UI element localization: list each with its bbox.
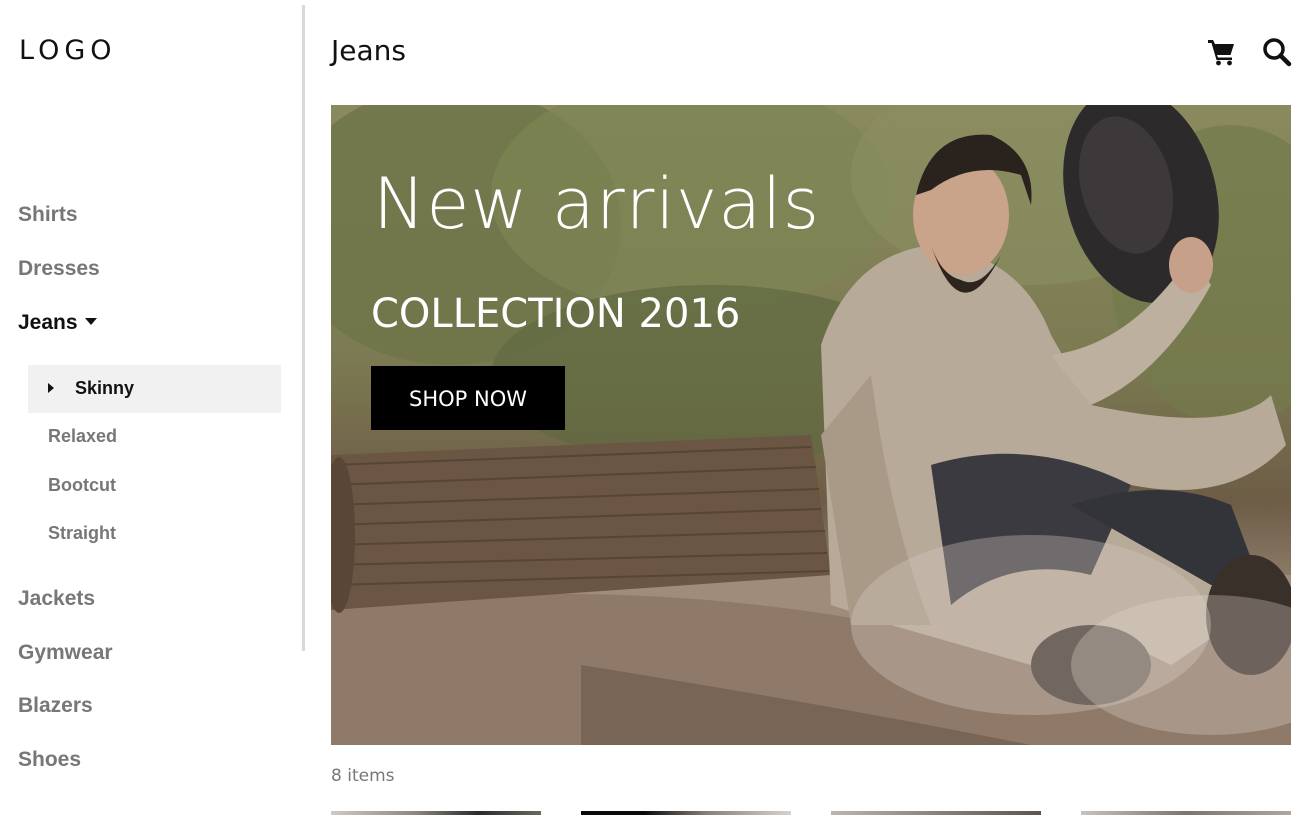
sidebar-item-shoes[interactable]: Shoes	[18, 748, 81, 772]
product-card[interactable]	[831, 811, 1041, 815]
product-card[interactable]	[581, 811, 791, 815]
items-count: 8 items	[331, 766, 395, 786]
sidebar-item-jackets[interactable]: Jackets	[18, 587, 95, 611]
product-card[interactable]	[331, 811, 541, 815]
sidebar-subitem-bootcut[interactable]: Bootcut	[48, 475, 116, 496]
sidebar-item-blazers[interactable]: Blazers	[18, 694, 93, 718]
caret-right-icon	[48, 383, 54, 393]
sidebar-subitem-straight[interactable]: Straight	[48, 523, 116, 544]
logo[interactable]: LOGO	[19, 35, 117, 66]
sidebar: LOGO Shirts Dresses Jeans Skinny Relaxed…	[0, 0, 300, 815]
hero-subheading: COLLECTION 2016	[371, 291, 741, 337]
search-icon[interactable]	[1261, 36, 1293, 68]
sidebar-item-gymwear[interactable]: Gymwear	[18, 641, 113, 665]
sidebar-subitem-label: Skinny	[75, 378, 135, 398]
sidebar-scrollbar[interactable]	[302, 5, 305, 651]
caret-down-icon	[84, 318, 97, 325]
page: LOGO Shirts Dresses Jeans Skinny Relaxed…	[0, 0, 1312, 815]
hero-banner: New arrivals COLLECTION 2016 SHOP NOW	[331, 105, 1291, 745]
sidebar-item-label: Jeans	[18, 311, 78, 334]
product-card[interactable]	[1081, 811, 1291, 815]
page-title: Jeans	[331, 34, 406, 67]
sidebar-item-shirts[interactable]: Shirts	[18, 203, 78, 227]
sidebar-subitem-relaxed[interactable]: Relaxed	[48, 426, 117, 447]
hero-heading: New arrivals	[373, 163, 821, 245]
sidebar-item-jeans[interactable]: Jeans	[18, 311, 97, 335]
shop-now-button[interactable]: SHOP NOW	[371, 366, 565, 430]
sidebar-subitem-skinny[interactable]: Skinny	[28, 365, 281, 413]
cart-icon[interactable]	[1206, 36, 1238, 68]
sidebar-item-dresses[interactable]: Dresses	[18, 257, 100, 281]
